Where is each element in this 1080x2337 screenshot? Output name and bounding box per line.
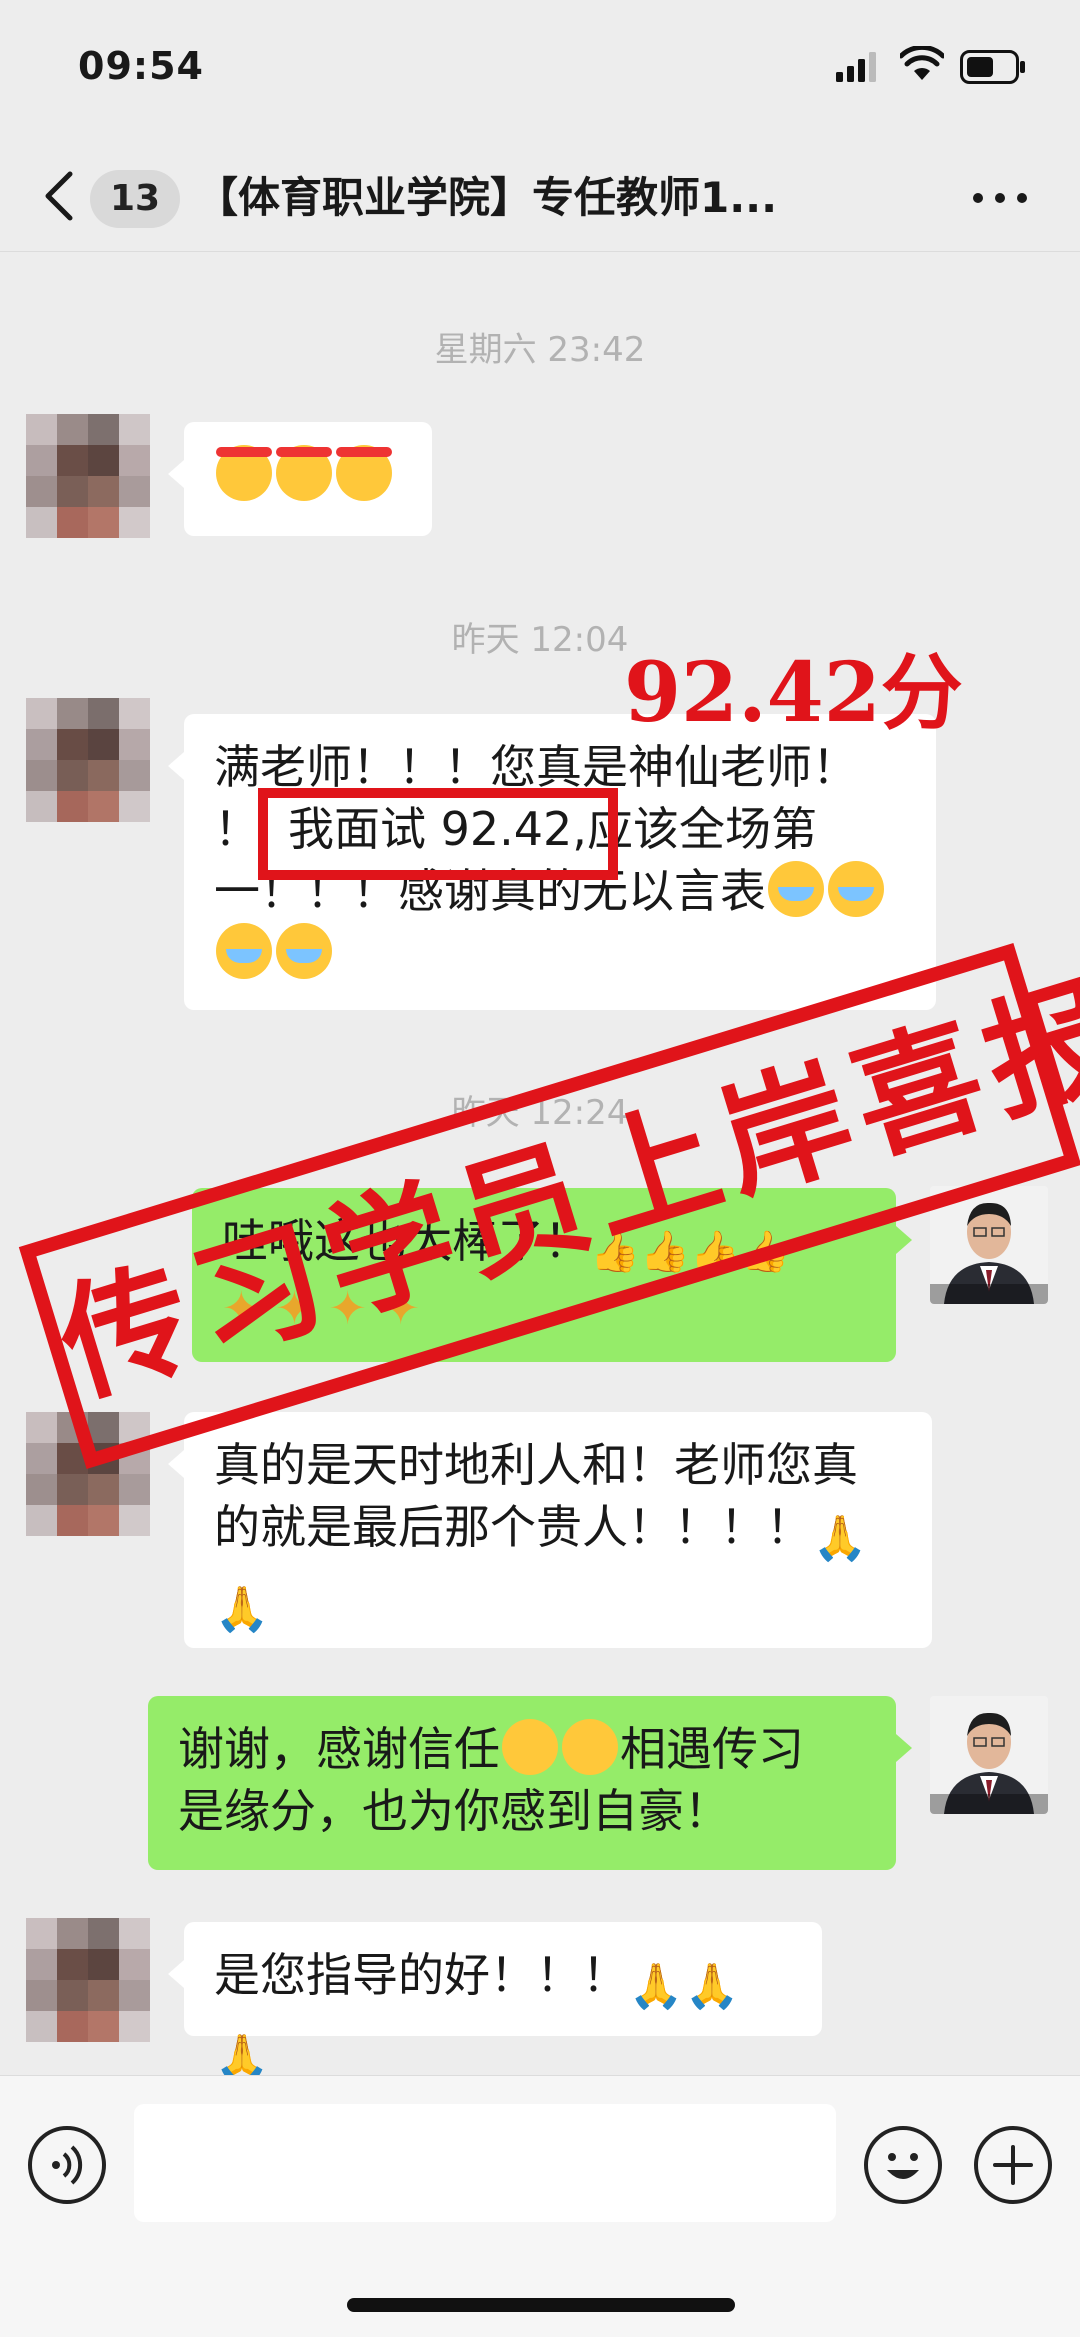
crying-face-emoji [828, 861, 884, 917]
more-actions-button[interactable] [974, 2126, 1052, 2204]
battery-icon [960, 50, 1025, 84]
message-line [214, 922, 906, 984]
chat-timestamp: 星期六 23:42 [434, 330, 646, 370]
wifi-icon [900, 46, 944, 80]
message-bubble-text[interactable]: 谢谢，感谢信任 相遇传习 是缘分，也为你感到自豪！ [148, 1696, 912, 1870]
back-chevron-icon[interactable] [40, 168, 76, 224]
pray-hands-emoji: 🙏 [684, 1961, 740, 2012]
home-indicator [347, 2298, 735, 2312]
more-options-icon[interactable] [970, 178, 1030, 218]
pray-hands-emoji: 🙏 [214, 1584, 270, 1635]
message-line: 谢谢，感谢信任 相遇传习 [178, 1718, 866, 1780]
voice-input-button[interactable] [28, 2126, 106, 2204]
pray-hands-emoji: 🙏 [812, 1513, 868, 1564]
teacher-portrait-icon [930, 1696, 1048, 1814]
emoji-button[interactable] [864, 2126, 942, 2204]
message-input-bar [0, 2075, 1080, 2337]
message-bubble-text[interactable]: 是您指导的好！！！🙏🙏🙏 [168, 1922, 822, 2083]
pixelated-avatar[interactable] [26, 698, 150, 822]
pixelated-avatar[interactable] [26, 414, 150, 538]
crying-face-emoji [768, 861, 824, 917]
congrats-stamp: 传习学员上岸喜报 [18, 943, 1080, 1469]
status-bar: 09:54 [0, 0, 1080, 140]
smiley-icon [887, 2153, 919, 2179]
message-bubble-text[interactable]: 真的是天时地利人和！老师您真的就是最后那个贵人！！！！🙏🙏 [168, 1412, 932, 1648]
crying-face-emoji [276, 923, 332, 979]
teacher-avatar[interactable] [930, 1696, 1048, 1814]
crying-face-emoji [216, 923, 272, 979]
thinking-face-emoji [502, 1719, 558, 1775]
voice-icon [52, 2145, 83, 2185]
message-text-field[interactable] [134, 2104, 836, 2222]
cellular-signal-icon [836, 52, 876, 82]
message-line: 是缘分，也为你感到自豪！ [178, 1784, 730, 1838]
message-bubble-emoji[interactable] [168, 422, 432, 536]
status-time: 09:54 [78, 44, 204, 88]
angry-face-emoji [276, 445, 332, 501]
chat-header: 13 【体育职业学院】专任教师1... [0, 140, 1080, 252]
angry-face-emoji [216, 445, 272, 501]
unread-count-badge[interactable]: 13 [90, 170, 180, 228]
score-annotation: 92.42分 [624, 645, 963, 741]
plus-icon [993, 2145, 1033, 2185]
score-highlight-box [258, 788, 618, 880]
pixelated-avatar[interactable] [26, 1918, 150, 2042]
thinking-face-emoji [562, 1719, 618, 1775]
chat-title: 【体育职业学院】专任教师1... [196, 173, 778, 222]
angry-face-emoji [336, 445, 392, 501]
pray-hands-emoji: 🙏 [628, 1961, 684, 2012]
